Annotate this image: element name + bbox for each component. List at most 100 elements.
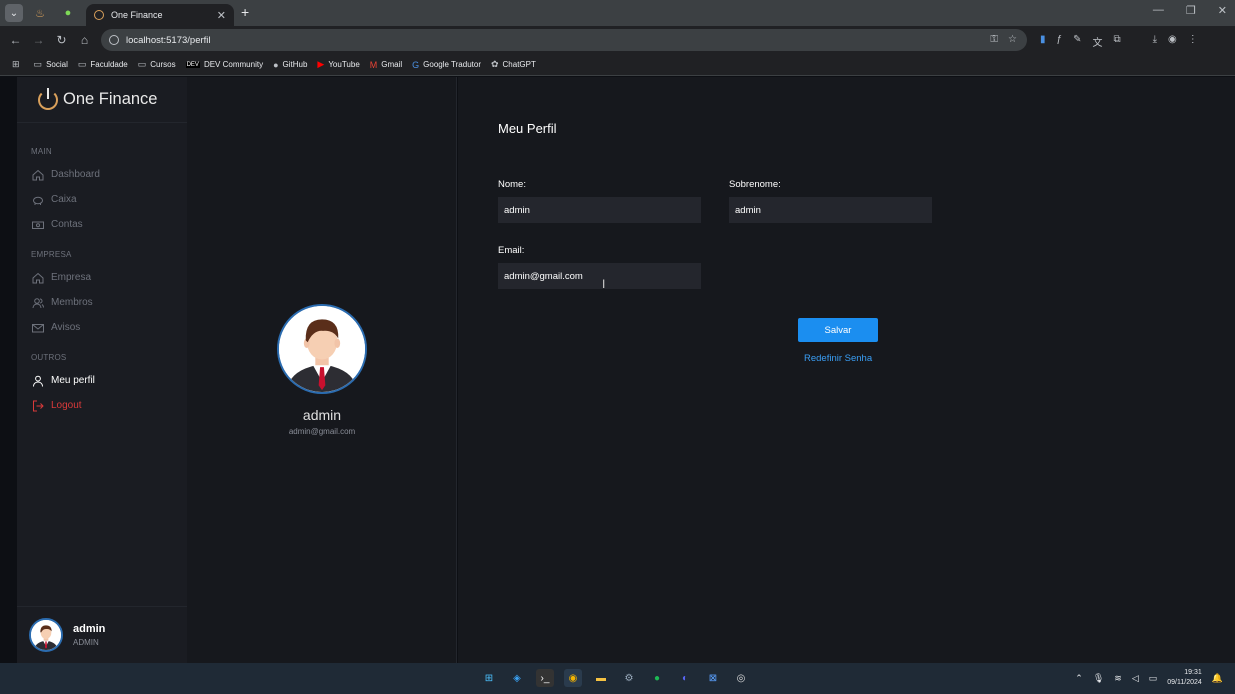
translate-extension-icon[interactable]: 文 [1092, 34, 1102, 49]
clock-time: 19:31 [1184, 669, 1202, 676]
bookmark-link[interactable]: G Google Tradutor [412, 60, 481, 70]
sobrenome-label: Sobrenome: [729, 179, 781, 190]
bookmark-link[interactable]: M Gmail [370, 60, 402, 70]
sidebar-item-logout[interactable]: Logout [17, 393, 187, 418]
bookmark-star-icon[interactable]: ☆ [1008, 34, 1017, 45]
terminal-icon[interactable]: ›_ [536, 669, 554, 687]
save-button[interactable]: Salvar [798, 318, 878, 342]
more-menu-icon[interactable]: ⋮ [1188, 34, 1198, 49]
picker-extension-icon[interactable]: ✎ [1073, 34, 1081, 49]
minimize-icon[interactable]: — [1153, 4, 1164, 17]
password-key-icon[interactable]: ⚿ [990, 34, 998, 45]
home-icon[interactable]: ⌂ [73, 33, 96, 47]
email-field[interactable] [498, 263, 701, 289]
pinned-tab[interactable]: ♨ [29, 4, 51, 22]
restore-icon[interactable]: ❐ [1186, 4, 1196, 17]
dev-icon: DEV [185, 61, 200, 68]
tab-active[interactable]: One Finance ✕ [86, 4, 234, 26]
back-icon[interactable]: ← [4, 33, 27, 47]
close-tab-icon[interactable]: ✕ [217, 9, 226, 22]
page-title: Meu Perfil [498, 121, 557, 136]
profile-email: admin@gmail.com [288, 427, 356, 436]
bookmark-folder[interactable]: ▭ Social [34, 59, 68, 70]
sidebar-item-contas[interactable]: Contas [17, 212, 187, 237]
obs-icon[interactable]: ◎ [732, 669, 750, 687]
gmail-icon: M [369, 59, 378, 70]
folder-icon: ▭ [77, 59, 87, 69]
sidebar: One Finance MAIN Dashboard Caixa Contas … [17, 77, 187, 663]
site-info-icon[interactable] [109, 35, 119, 45]
file-explorer-icon[interactable]: ▬ [592, 669, 610, 687]
pinned-tab[interactable]: ● [57, 4, 79, 22]
bookmark-folder[interactable]: ▭ Cursos [138, 59, 176, 70]
notification-bell-icon[interactable]: 🔔 [1212, 673, 1223, 684]
sidebar-item-meu-perfil[interactable]: Meu perfil [17, 368, 187, 393]
translate-icon: G [412, 59, 420, 70]
piggy-bank-icon [32, 194, 44, 206]
user-name: admin [73, 623, 106, 635]
bookmark-link[interactable]: ● GitHub [273, 60, 307, 70]
bookmark-link[interactable]: ✿ ChatGPT [491, 59, 536, 70]
browser-tab-bar: ⌄ ♨ ● One Finance ✕ + — ❐ ✕ [0, 0, 1235, 26]
download-icon[interactable]: ⤓ [1153, 34, 1157, 49]
forward-icon[interactable]: → [27, 33, 50, 47]
apps-grid-icon[interactable]: ⊞ [12, 59, 24, 70]
microphone-icon[interactable]: 🎙 [1093, 673, 1104, 684]
mail-icon [32, 322, 44, 334]
tab-favicon-icon [94, 10, 104, 20]
profile-avatar [277, 304, 367, 394]
users-icon [32, 297, 44, 309]
sidebar-item-dashboard[interactable]: Dashboard [17, 162, 187, 187]
system-tray: ⌃ 🎙 ≋ ◁ ▭ 19:31 09/11/2024 🔔 [1075, 668, 1223, 688]
profile-icon[interactable]: ◉ [1168, 34, 1177, 49]
nome-field[interactable] [498, 197, 701, 223]
sidebar-item-caixa[interactable]: Caixa [17, 187, 187, 212]
battery-icon[interactable]: ▭ [1149, 673, 1158, 684]
new-tab-button[interactable]: + [241, 4, 249, 20]
os-taskbar: ⊞ ◈ ›_ ◉ ▬ ⚙ ● ◐ ⊠ ◎ ⌃ 🎙 ≋ ◁ ▭ 19:31 09/… [0, 663, 1235, 694]
extensions-puzzle-icon[interactable]: ⧉ [1113, 34, 1120, 49]
windows-start-icon[interactable]: ⊞ [480, 669, 498, 687]
reload-icon[interactable]: ↻ [50, 33, 73, 47]
folder-icon: ▭ [137, 59, 147, 69]
browser-toolbar: ← → ↻ ⌂ localhost:5173/perfil ⚿ ☆ ▮ ƒ ✎ … [0, 26, 1235, 54]
profile-card: admin admin@gmail.com [187, 77, 457, 663]
bookmark-link[interactable]: ▶ YouTube [317, 59, 359, 70]
sidebar-item-empresa[interactable]: Empresa [17, 265, 187, 290]
section-title-empresa: EMPRESA [31, 250, 72, 259]
sidebar-item-avisos[interactable]: Avisos [17, 315, 187, 340]
sobrenome-field[interactable] [729, 197, 932, 223]
email-label: Email: [498, 245, 525, 256]
power-logo-icon [38, 87, 58, 110]
brand[interactable]: One Finance [17, 77, 187, 123]
sidebar-user[interactable]: admin ADMIN [17, 606, 187, 663]
address-bar[interactable]: localhost:5173/perfil ⚿ ☆ [101, 29, 1027, 51]
wifi-icon[interactable]: ≋ [1114, 673, 1122, 684]
chatgpt-icon: ✿ [490, 59, 499, 69]
chevron-up-icon[interactable]: ⌃ [1075, 673, 1083, 684]
money-icon [32, 219, 44, 231]
bookmark-folder[interactable]: ▭ Faculdade [78, 59, 128, 70]
nome-label: Nome: [498, 179, 526, 190]
user-role: ADMIN [73, 638, 99, 647]
settings-icon[interactable]: ⚙ [620, 669, 638, 687]
reset-password-link[interactable]: Redefinir Senha [804, 353, 872, 364]
folder-icon: ▭ [33, 59, 43, 69]
clock-date: 09/11/2024 [1167, 679, 1202, 686]
spotify-icon[interactable]: ● [648, 669, 666, 687]
extension-icon[interactable]: ▮ [1040, 34, 1046, 49]
volume-icon[interactable]: ◁ [1132, 673, 1139, 684]
editor-icon[interactable]: ⊠ [704, 669, 722, 687]
clock[interactable]: 19:31 09/11/2024 [1167, 668, 1202, 688]
tab-search-button[interactable]: ⌄ [5, 4, 23, 22]
vscode-icon[interactable]: ◈ [508, 669, 526, 687]
discord-icon[interactable]: ◐ [676, 669, 694, 687]
sidebar-item-membros[interactable]: Membros [17, 290, 187, 315]
home-icon [32, 169, 44, 181]
close-window-icon[interactable]: ✕ [1218, 4, 1227, 17]
formula-extension-icon[interactable]: ƒ [1057, 34, 1063, 49]
chrome-icon[interactable]: ◉ [564, 669, 582, 687]
bookmark-link[interactable]: DEV DEV Community [185, 60, 263, 69]
youtube-icon: ▶ [317, 59, 325, 69]
url-text: localhost:5173/perfil [126, 34, 211, 46]
